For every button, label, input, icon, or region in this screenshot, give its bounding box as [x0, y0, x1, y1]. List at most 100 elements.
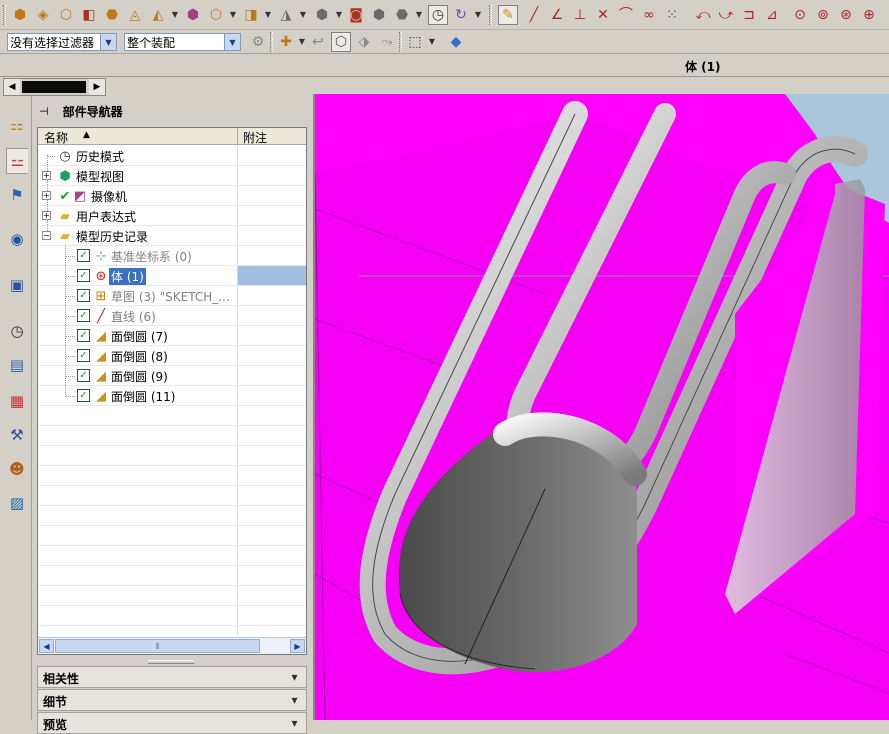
- chevron-down-icon[interactable]: ▾: [286, 668, 303, 686]
- system-scenes-icon[interactable]: ▨: [6, 490, 28, 516]
- roles-icon[interactable]: ☻: [6, 456, 28, 482]
- resource-bar-scroller[interactable]: ◀ ▶: [3, 78, 106, 96]
- graphics-viewport[interactable]: [313, 94, 889, 720]
- solid-icon[interactable]: ⬢: [369, 5, 389, 25]
- dropdown-arrow-icon[interactable]: ▼: [427, 32, 437, 52]
- sort-ascending-icon[interactable]: ▲: [83, 130, 90, 140]
- palette-icon[interactable]: ▦: [6, 388, 28, 414]
- line-icon[interactable]: ╱: [524, 5, 544, 25]
- circle-icon[interactable]: ⊙: [790, 5, 810, 25]
- perpendicular-line-icon[interactable]: ⊥: [570, 5, 590, 25]
- corner-icon[interactable]: ⊐: [739, 5, 759, 25]
- trim-body-icon[interactable]: ◨: [241, 5, 261, 25]
- select-body-icon[interactable]: ⬡: [331, 32, 351, 52]
- mirror-body-icon[interactable]: ⬣: [392, 5, 412, 25]
- scroll-right-icon[interactable]: ▶: [89, 79, 105, 95]
- panel-splitter[interactable]: [148, 660, 194, 664]
- feature-row-face-blend[interactable]: ✓ ◢ 面倒圆 (9): [38, 366, 306, 386]
- extrude-icon[interactable]: ⬢: [10, 5, 30, 25]
- model-render[interactable]: [315, 94, 889, 720]
- pocket-icon[interactable]: ◬: [125, 5, 145, 25]
- cross-line-icon[interactable]: ✕: [593, 5, 613, 25]
- dropdown-arrow-icon[interactable]: ▼: [414, 5, 424, 25]
- details-panel[interactable]: 细节 ▾: [37, 689, 307, 711]
- toolbar-grip[interactable]: [489, 5, 492, 25]
- circle-center-icon[interactable]: ⊕: [859, 5, 879, 25]
- unite-icon[interactable]: ⬢: [183, 5, 203, 25]
- visibility-checkbox[interactable]: ✓: [77, 249, 90, 262]
- part-navigator-icon[interactable]: ⚍: [6, 148, 28, 174]
- feature-row-line[interactable]: ✓ ╱ 直线 (6): [38, 306, 306, 326]
- expand-plus-icon[interactable]: +: [42, 191, 51, 200]
- arc-line-icon[interactable]: ⌒: [616, 5, 636, 25]
- revolve-icon[interactable]: ◈: [33, 5, 53, 25]
- feature-row-sketch[interactable]: ✓ ⊞ 草图 (3) "SKETCH_...: [38, 286, 306, 306]
- collapse-minus-icon[interactable]: −: [42, 231, 51, 240]
- spline-icon[interactable]: ∞: [639, 5, 659, 25]
- block-icon[interactable]: ⬡: [56, 5, 76, 25]
- expand-plus-icon[interactable]: +: [42, 211, 51, 220]
- pin-icon[interactable]: ⊣: [39, 105, 49, 118]
- visibility-checkbox[interactable]: ✓: [77, 389, 90, 402]
- web-browser-icon[interactable]: ◉: [6, 226, 28, 252]
- select-faces-icon[interactable]: ⬗: [354, 32, 374, 52]
- column-notes-header[interactable]: 附注: [243, 129, 267, 146]
- history-palette-icon[interactable]: ▣: [6, 272, 28, 298]
- preview-panel[interactable]: 预览 ▾: [37, 712, 307, 734]
- dependencies-panel[interactable]: 相关性 ▾: [37, 666, 307, 688]
- reuse-library-icon[interactable]: ⚑: [6, 182, 28, 208]
- offset-face-icon[interactable]: ◮: [276, 5, 296, 25]
- circle-3pt-icon[interactable]: ⊚: [813, 5, 833, 25]
- pad-icon[interactable]: ◭: [148, 5, 168, 25]
- assembly-scope-dropdown[interactable]: 整个装配 ▼: [124, 33, 241, 51]
- feature-row-body[interactable]: ✓ ⊛ 体 (1): [38, 266, 306, 286]
- chevron-down-icon[interactable]: ▾: [286, 714, 303, 732]
- system-materials-icon[interactable]: ▤: [6, 352, 28, 378]
- selection-filter-dropdown[interactable]: 没有选择过滤器 ▼: [7, 33, 117, 51]
- angle-line-icon[interactable]: ∠: [547, 5, 567, 25]
- chevron-down-icon[interactable]: ▾: [286, 691, 303, 709]
- select-edges-icon[interactable]: ⤳: [377, 32, 397, 52]
- shell-icon[interactable]: ⬢: [312, 5, 332, 25]
- toolbar-grip[interactable]: [399, 32, 402, 52]
- scroll-thumb[interactable]: ⦀: [55, 639, 260, 653]
- dropdown-arrow-icon[interactable]: ▼: [297, 32, 307, 52]
- column-name-header[interactable]: 名称: [44, 129, 68, 146]
- visibility-checkbox[interactable]: ✓: [77, 349, 90, 362]
- feature-row-datum-csys[interactable]: ✓ ⊹ 基准坐标系 (0): [38, 246, 306, 266]
- select-component-icon[interactable]: ⚙: [248, 32, 268, 52]
- view-cube-icon[interactable]: ◆: [446, 32, 466, 52]
- scroll-left-icon[interactable]: ◀: [4, 79, 20, 95]
- dropdown-arrow-icon[interactable]: ▼: [473, 5, 483, 25]
- tree-node-history-mode[interactable]: ◷ 历史模式: [38, 146, 306, 166]
- chamfer-curve-icon[interactable]: ⊿: [762, 5, 782, 25]
- hole-icon[interactable]: ◧: [79, 5, 99, 25]
- scroll-right-icon[interactable]: ▶: [290, 639, 305, 653]
- undo-select-icon[interactable]: ↩: [308, 32, 328, 52]
- tree-horizontal-scrollbar[interactable]: ◀ ⦀ ▶: [38, 637, 306, 654]
- point-set-icon[interactable]: ⁙: [662, 5, 682, 25]
- dropdown-arrow-icon[interactable]: ▼: [228, 5, 238, 25]
- feature-row-face-blend[interactable]: ✓ ◢ 面倒圆 (11): [38, 386, 306, 406]
- process-studio-icon[interactable]: ⚒: [6, 422, 28, 448]
- chevron-down-icon[interactable]: ▼: [100, 34, 116, 50]
- expand-plus-icon[interactable]: +: [42, 171, 51, 180]
- feature-row-face-blend[interactable]: ✓ ◢ 面倒圆 (7): [38, 326, 306, 346]
- fillet-curve-icon[interactable]: ⤻: [716, 5, 736, 25]
- visibility-checkbox[interactable]: ✓: [77, 269, 90, 282]
- circle-tangent-icon[interactable]: ⊛: [836, 5, 856, 25]
- feature-row-face-blend[interactable]: ✓ ◢ 面倒圆 (8): [38, 346, 306, 366]
- toolbar-grip[interactable]: [3, 5, 6, 25]
- navigator-tree[interactable]: 名称 ▲ 附注 ◷ 历史模式 + ⬢ 模型视图 + ✔ ◩ 摄像机 + ▰ 用户…: [37, 127, 307, 655]
- visibility-checkbox[interactable]: ✓: [77, 289, 90, 302]
- visibility-checkbox[interactable]: ✓: [77, 329, 90, 342]
- scroll-left-icon[interactable]: ◀: [39, 639, 54, 653]
- toolbar-grip[interactable]: [270, 32, 273, 52]
- column-divider[interactable]: [237, 128, 238, 145]
- sketch-mode-icon[interactable]: ✎: [498, 5, 518, 25]
- dropdown-arrow-icon[interactable]: ▼: [170, 5, 180, 25]
- feature-icon[interactable]: ◙: [346, 5, 366, 25]
- tree-node-model-history[interactable]: − ▰ 模型历史记录: [38, 226, 306, 246]
- history-icon[interactable]: ◷: [6, 318, 28, 344]
- tree-node-user-expressions[interactable]: + ▰ 用户表达式: [38, 206, 306, 226]
